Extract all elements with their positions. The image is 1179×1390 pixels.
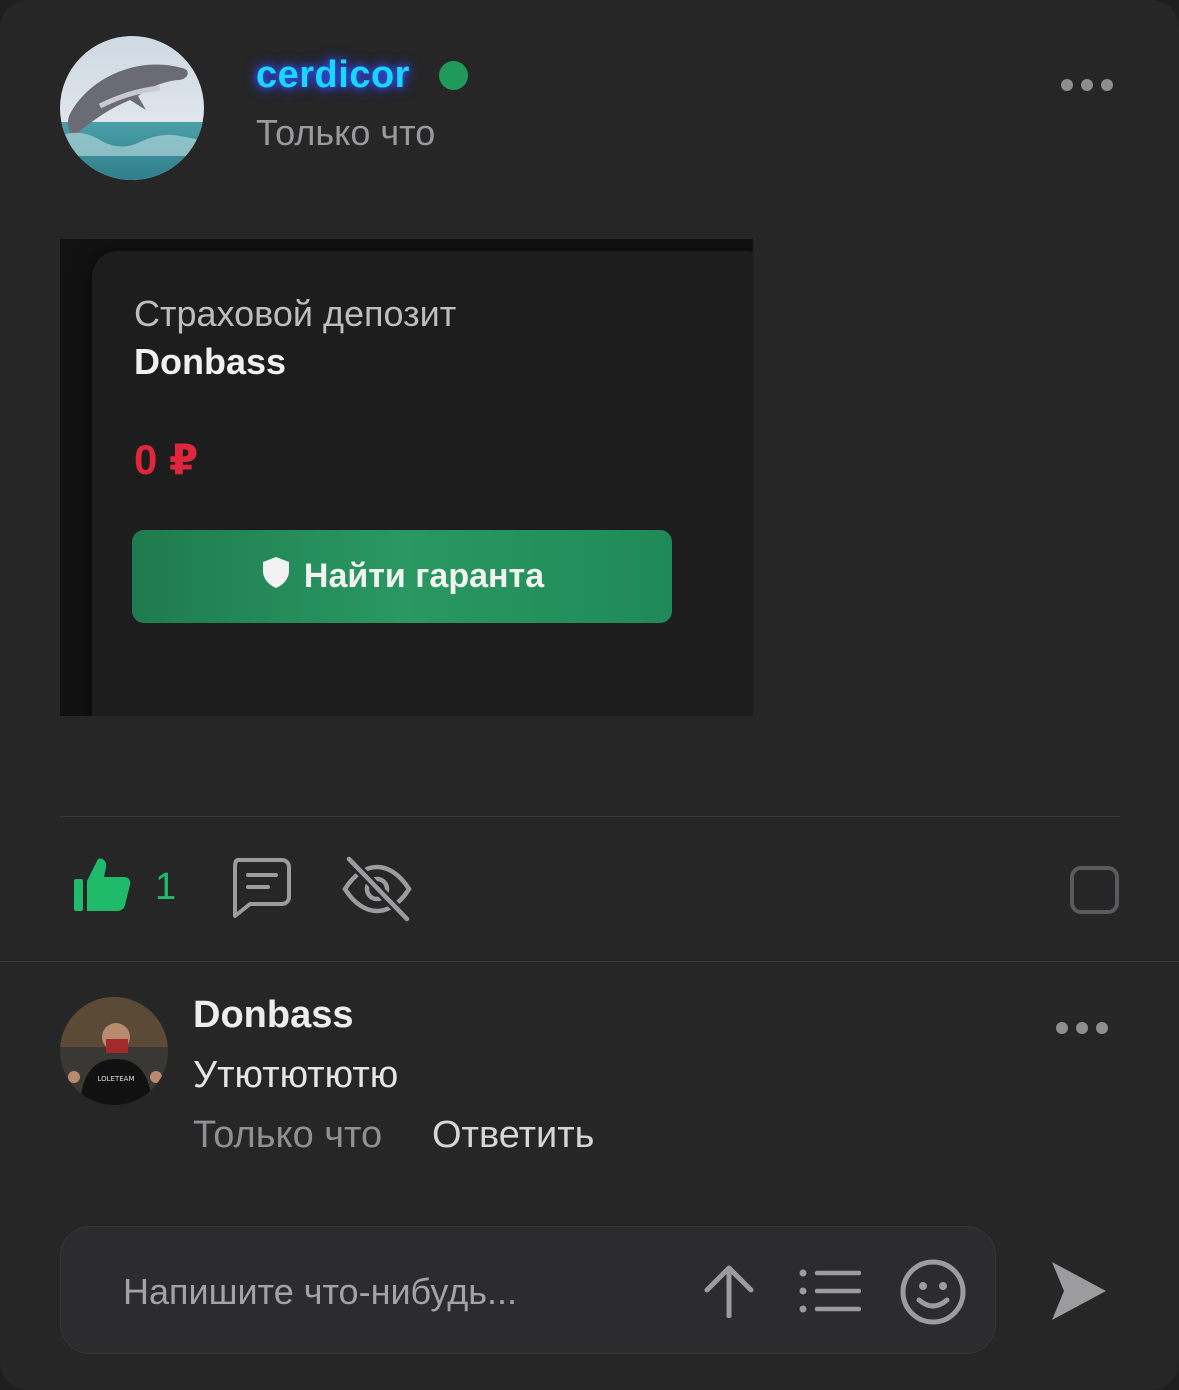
comment-timestamp: Только что xyxy=(193,1114,383,1156)
send-icon[interactable] xyxy=(1050,1260,1108,1327)
comment-author-avatar[interactable]: LOLETEAM xyxy=(60,997,168,1105)
comment-more-icon[interactable] xyxy=(1056,1022,1108,1034)
eye-off-icon[interactable] xyxy=(341,855,413,928)
like-count: 1 xyxy=(155,866,177,908)
shield-icon xyxy=(260,555,292,598)
author-name[interactable]: cerdicor xyxy=(256,54,410,97)
post-card: cerdicor Только что Страховой депозит Do… xyxy=(0,0,1179,1390)
author-avatar[interactable] xyxy=(60,36,204,180)
divider xyxy=(60,816,1120,817)
find-guarantor-label: Найти гаранта xyxy=(303,557,545,595)
online-status-dot xyxy=(439,61,468,90)
post-more-icon[interactable] xyxy=(1061,79,1113,91)
emoji-icon[interactable] xyxy=(899,1258,967,1331)
comment-author-name[interactable]: Donbass xyxy=(193,994,353,1037)
upload-arrow-icon[interactable] xyxy=(703,1264,755,1323)
divider xyxy=(0,961,1179,962)
post-timestamp: Только что xyxy=(256,112,436,153)
comment-input[interactable] xyxy=(123,1267,683,1317)
reply-button[interactable]: Ответить xyxy=(432,1114,594,1157)
svg-text:LOLETEAM: LOLETEAM xyxy=(97,1075,134,1083)
find-guarantor-button: Найти гаранта xyxy=(132,530,672,623)
deposit-amount: 0 ₽ xyxy=(134,436,199,483)
comment-icon[interactable] xyxy=(228,857,292,924)
list-icon[interactable] xyxy=(799,1268,862,1319)
comment-text: Утютютютю xyxy=(193,1054,399,1096)
checkbox-icon[interactable] xyxy=(1070,866,1119,919)
deposit-name: Donbass xyxy=(134,341,287,382)
attached-image[interactable]: Страховой депозит Donbass 0 ₽ Найти гара… xyxy=(60,239,753,716)
thumbs-up-icon[interactable] xyxy=(72,855,132,918)
deposit-title: Страховой депозит xyxy=(134,293,457,334)
